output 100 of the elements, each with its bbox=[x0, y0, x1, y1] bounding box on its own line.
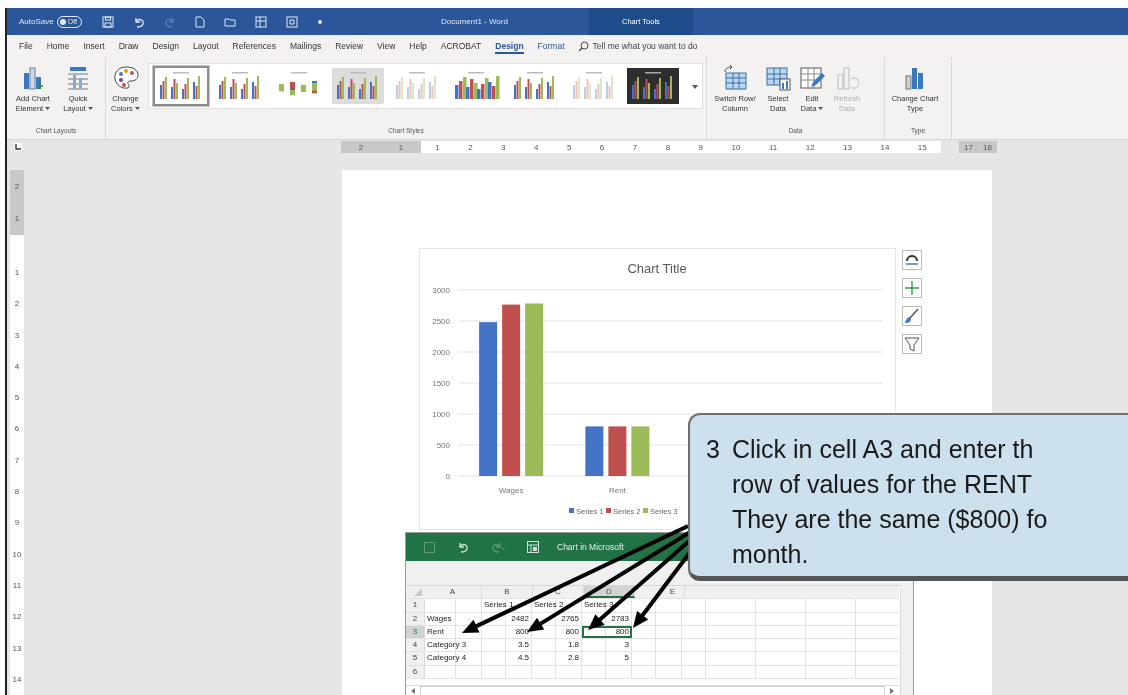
ruler-number: 9 bbox=[698, 142, 704, 152]
switch-grid-icon bbox=[722, 65, 748, 91]
ruler-number: 1 bbox=[14, 213, 20, 226]
scrollbar[interactable] bbox=[900, 585, 913, 695]
new-document-icon[interactable] bbox=[194, 15, 205, 28]
autosave-label: AutoSave bbox=[19, 17, 54, 26]
scroll-left-icon[interactable] bbox=[410, 688, 416, 694]
ruler-number: 12 bbox=[12, 611, 22, 624]
ruler-number: 7 bbox=[632, 142, 638, 152]
bar[interactable] bbox=[585, 426, 604, 476]
ruler-number: 5 bbox=[14, 392, 20, 405]
folder-icon[interactable] bbox=[223, 16, 236, 27]
table-cell[interactable]: 3 bbox=[582, 639, 632, 652]
window-title: Chart in Microsoft bbox=[557, 542, 624, 552]
axis-label: 500 bbox=[436, 441, 450, 450]
table-cell[interactable]: 3.5 bbox=[482, 639, 532, 652]
sheet-icon[interactable] bbox=[527, 541, 539, 553]
layout-options-icon[interactable] bbox=[902, 250, 922, 270]
axis-label: 1500 bbox=[432, 379, 450, 388]
table-cell[interactable]: 800 bbox=[582, 625, 632, 639]
column-header[interactable]: A bbox=[424, 586, 482, 599]
row-header[interactable]: 1 bbox=[406, 599, 425, 612]
scrollbar[interactable] bbox=[420, 686, 885, 695]
bar[interactable] bbox=[479, 322, 498, 476]
caret-icon bbox=[45, 107, 51, 111]
filter-icon[interactable] bbox=[902, 334, 922, 354]
ribbon-tab[interactable]: Mailings bbox=[282, 35, 329, 57]
table-cell[interactable]: 5 bbox=[582, 652, 632, 665]
palette-icon bbox=[112, 65, 139, 91]
ruler-number: 9 bbox=[14, 517, 20, 530]
row-header[interactable]: 5 bbox=[406, 652, 425, 665]
ruler-number: 1 bbox=[435, 142, 440, 152]
chart-style-thumbnail[interactable] bbox=[153, 66, 209, 106]
column-header[interactable]: B bbox=[482, 586, 533, 599]
edit-table-icon bbox=[799, 65, 825, 91]
ruler-number: 7 bbox=[14, 454, 20, 467]
ruler-number: 1 bbox=[14, 267, 20, 279]
plus-icon[interactable] bbox=[902, 278, 922, 298]
ribbon-tab[interactable]: Draw bbox=[111, 35, 146, 57]
ruler-number: 6 bbox=[599, 142, 605, 152]
search-field[interactable]: Tell me what you want to do bbox=[577, 40, 698, 52]
ribbon-tab[interactable]: Format bbox=[530, 35, 572, 57]
table-cell[interactable]: 1.8 bbox=[532, 639, 582, 652]
ruler-number: 8 bbox=[14, 486, 20, 499]
ruler-number: 2 bbox=[14, 180, 20, 193]
chart-style-thumbnail[interactable] bbox=[330, 66, 386, 106]
customize-icon[interactable] bbox=[316, 18, 323, 25]
ribbon-tab[interactable]: Help bbox=[402, 35, 434, 57]
axis-label: 2500 bbox=[432, 317, 450, 326]
row-header[interactable]: 4 bbox=[406, 639, 425, 652]
ribbon-tab[interactable]: Layout bbox=[185, 35, 226, 57]
table-icon[interactable] bbox=[254, 15, 267, 28]
ribbon-tab[interactable]: Home bbox=[39, 35, 77, 57]
ruler-number: 13 bbox=[12, 642, 22, 655]
select-data-icon bbox=[765, 65, 791, 91]
bar[interactable] bbox=[608, 426, 627, 476]
ruler-number: 11 bbox=[768, 142, 778, 152]
ribbon-tab[interactable]: ACROBAT bbox=[433, 35, 489, 57]
table-cell[interactable]: 4.5 bbox=[482, 652, 532, 665]
table-cell[interactable]: 2.8 bbox=[532, 652, 582, 665]
step-number: 3 bbox=[706, 434, 720, 465]
ruler-number: 6 bbox=[14, 423, 20, 436]
ribbon-tab[interactable]: Design bbox=[488, 35, 531, 57]
ruler-number: 11 bbox=[12, 579, 22, 592]
axis-label: 1000 bbox=[432, 410, 450, 419]
ribbon-tab[interactable]: View bbox=[370, 35, 403, 57]
undo-icon[interactable] bbox=[457, 541, 469, 553]
ribbon-tab[interactable]: Review bbox=[328, 35, 371, 57]
ribbon-tab[interactable]: File bbox=[12, 35, 40, 57]
ruler-number: 2 bbox=[468, 142, 473, 152]
ruler-number: 3 bbox=[14, 329, 20, 342]
scroll-right-icon[interactable] bbox=[889, 688, 895, 694]
ruler-number: 2 bbox=[14, 298, 20, 311]
ribbon-tab[interactable]: Design bbox=[145, 35, 186, 57]
more-styles-icon[interactable] bbox=[692, 84, 698, 89]
caret-icon bbox=[87, 107, 93, 111]
ruler-number: 10 bbox=[12, 548, 22, 561]
chart-style-thumbnail[interactable] bbox=[625, 66, 681, 106]
ribbon-tab[interactable]: Insert bbox=[76, 35, 112, 57]
layout-icon bbox=[66, 65, 90, 91]
brush-icon[interactable] bbox=[902, 306, 922, 326]
bar-chart-icon bbox=[904, 65, 926, 91]
ribbon-tab[interactable]: References bbox=[225, 35, 283, 57]
ruler-number: 2 bbox=[358, 142, 364, 152]
undo-icon[interactable] bbox=[132, 15, 145, 28]
search-icon bbox=[577, 40, 589, 52]
ruler-number: 10 bbox=[731, 142, 741, 152]
chart-title[interactable]: Chart Title bbox=[627, 261, 687, 276]
ruler-number: 4 bbox=[534, 142, 539, 152]
ruler-number: 8 bbox=[665, 142, 671, 152]
document-grid-icon[interactable] bbox=[285, 15, 298, 28]
ruler-number: 18 bbox=[983, 142, 992, 152]
chart-plus-icon bbox=[21, 65, 45, 91]
table-cell[interactable]: Category 3 bbox=[425, 639, 482, 652]
caret-icon bbox=[134, 107, 140, 111]
ruler-number: 14 bbox=[880, 142, 890, 152]
bar[interactable] bbox=[502, 304, 521, 476]
ruler-number: 17 bbox=[964, 142, 973, 152]
table-cell[interactable]: Category 4 bbox=[425, 652, 482, 665]
tab-stop-icon[interactable] bbox=[13, 142, 23, 152]
